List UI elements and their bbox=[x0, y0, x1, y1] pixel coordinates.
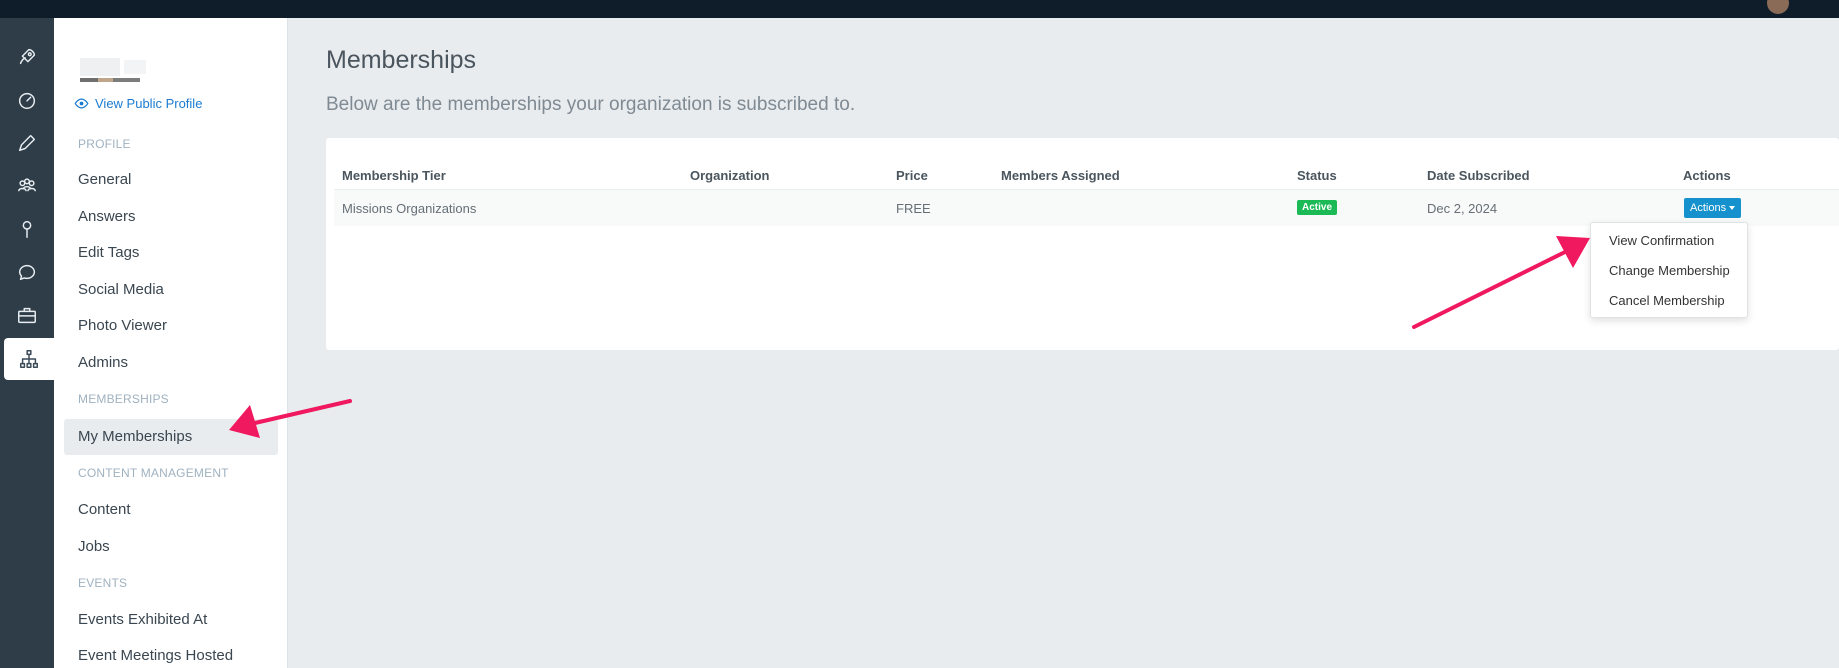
profile-sidebar: View Public Profile PROFILE General Answ… bbox=[54, 18, 288, 668]
section-memberships: MEMBERSHIPS bbox=[78, 392, 169, 406]
sidebar-item-my-memberships[interactable]: My Memberships bbox=[64, 419, 278, 455]
sidebar-item-event-meetings-hosted[interactable]: Event Meetings Hosted bbox=[78, 647, 233, 664]
menu-item-view-confirmation[interactable]: View Confirmation bbox=[1609, 233, 1714, 248]
column-header-price: Price bbox=[896, 168, 928, 183]
dashboard-icon[interactable] bbox=[8, 82, 46, 118]
rocket-icon[interactable] bbox=[8, 39, 46, 75]
sidebar-item-events-exhibited-at[interactable]: Events Exhibited At bbox=[78, 611, 207, 628]
sidebar-item-answers[interactable]: Answers bbox=[78, 208, 136, 225]
actions-button-label: Actions bbox=[1690, 202, 1727, 214]
actions-dropdown-menu: View Confirmation Change Membership Canc… bbox=[1590, 222, 1748, 318]
menu-item-cancel-membership[interactable]: Cancel Membership bbox=[1609, 293, 1725, 308]
briefcase-icon[interactable] bbox=[8, 297, 46, 333]
column-header-organization: Organization bbox=[690, 168, 770, 183]
sidebar-item-social-media[interactable]: Social Media bbox=[78, 281, 164, 298]
column-header-tier: Membership Tier bbox=[342, 168, 446, 183]
actions-dropdown-button[interactable]: Actions bbox=[1684, 198, 1742, 218]
section-content-management: CONTENT MANAGEMENT bbox=[78, 466, 229, 480]
map-pin-icon[interactable] bbox=[8, 211, 46, 247]
organization-logo bbox=[80, 58, 150, 82]
status-badge: Active bbox=[1297, 200, 1338, 215]
sitemap-icon[interactable] bbox=[4, 338, 54, 380]
top-bar bbox=[0, 0, 1839, 18]
table-row: Missions Organizations FREE Active Dec 2… bbox=[334, 190, 1839, 226]
section-events: EVENTS bbox=[78, 576, 128, 590]
main-content: Memberships Below are the memberships yo… bbox=[288, 18, 1839, 668]
sidebar-item-general[interactable]: General bbox=[78, 171, 131, 188]
page-title: Memberships bbox=[326, 46, 477, 74]
menu-item-change-membership[interactable]: Change Membership bbox=[1609, 263, 1730, 278]
user-avatar[interactable] bbox=[1767, 0, 1789, 14]
users-icon[interactable] bbox=[8, 168, 46, 204]
view-public-profile-link[interactable]: View Public Profile bbox=[74, 96, 202, 111]
icon-rail bbox=[0, 18, 54, 668]
cell-date: Dec 2, 2024 bbox=[1427, 201, 1498, 216]
sidebar-item-jobs[interactable]: Jobs bbox=[78, 538, 110, 555]
column-header-actions: Actions bbox=[1683, 168, 1731, 183]
cell-price: FREE bbox=[896, 201, 931, 216]
sidebar-item-photo-viewer[interactable]: Photo Viewer bbox=[78, 317, 167, 334]
sidebar-item-edit-tags[interactable]: Edit Tags bbox=[78, 244, 139, 261]
caret-down-icon bbox=[1729, 206, 1736, 210]
sidebar-item-content[interactable]: Content bbox=[78, 501, 131, 518]
chat-icon[interactable] bbox=[8, 254, 46, 290]
sidebar-item-admins[interactable]: Admins bbox=[78, 354, 128, 371]
page-subtitle: Below are the memberships your organizat… bbox=[326, 94, 856, 115]
pencil-icon[interactable] bbox=[8, 125, 46, 161]
cell-tier: Missions Organizations bbox=[342, 201, 477, 216]
column-header-members: Members Assigned bbox=[1001, 168, 1120, 183]
table-header: Membership Tier Organization Price Membe… bbox=[334, 158, 1839, 190]
eye-icon bbox=[74, 98, 89, 109]
column-header-date: Date Subscribed bbox=[1427, 168, 1530, 183]
view-public-profile-label: View Public Profile bbox=[95, 96, 203, 111]
section-profile: PROFILE bbox=[78, 137, 131, 151]
column-header-status: Status bbox=[1297, 168, 1337, 183]
